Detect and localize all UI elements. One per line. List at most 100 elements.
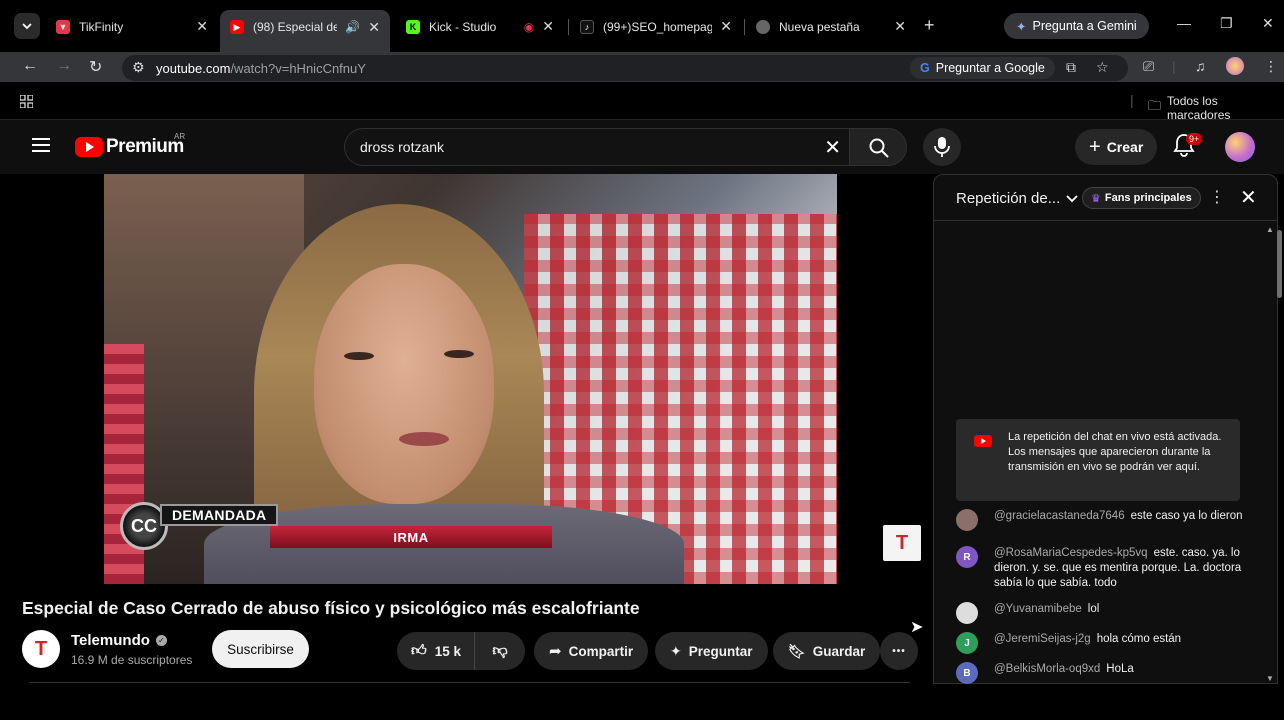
channel-avatar[interactable]: T <box>22 630 60 668</box>
tab-separator <box>744 19 745 35</box>
chat-author[interactable]: @RosaMariaCespedes-kp5vq <box>994 547 1148 559</box>
all-bookmarks-label: Todos los marcadores <box>1167 94 1231 122</box>
youtube-play-logo-icon <box>75 137 103 157</box>
dislike-button[interactable]: 👎︎ <box>475 642 525 660</box>
youtube-premium-logo[interactable]: Premium AR <box>75 132 185 158</box>
tab-new-tab[interactable]: Nueva pestaña ✕ <box>746 10 916 43</box>
chat-mode-dropdown[interactable]: Repetición de... <box>956 190 1078 207</box>
chat-scrollbar[interactable]: ▲ ▼ <box>1266 225 1276 683</box>
chat-author-avatar[interactable]: R <box>956 546 978 568</box>
forward-arrow-icon[interactable]: → <box>56 57 72 75</box>
user-avatar[interactable] <box>1225 132 1255 162</box>
chat-author-avatar[interactable] <box>956 509 978 531</box>
chat-text: hola cómo están <box>1096 633 1182 645</box>
new-tab-plus-icon[interactable]: + <box>924 15 935 36</box>
live-chat-panel: Repetición de... ♛ Fans principales ⋮ ✕ … <box>933 174 1278 684</box>
chat-message[interactable]: B @BelkisMorla-oq9xd HoLa <box>956 662 1246 684</box>
video-woman-face <box>314 264 494 504</box>
address-bar-row: ← → ↻ ⚙ youtube.com/watch?v=hHnicCnfnuY … <box>0 52 1284 82</box>
bookmark-icon: 🔖︎ <box>788 642 806 659</box>
video-title: Especial de Caso Cerrado de abuso físico… <box>22 598 640 618</box>
like-count: 15 k <box>434 643 461 659</box>
reload-icon[interactable]: ↻ <box>89 57 102 77</box>
video-player[interactable]: CC DEMANDADA IRMA T <box>8 174 933 584</box>
tab-seo-homepage[interactable]: ♪ (99+)SEO_homepage ✕ <box>570 10 742 43</box>
all-bookmarks-button[interactable]: 🗀 Todos los marcadores <box>1148 94 1284 122</box>
close-tab-icon[interactable]: ✕ <box>720 18 732 35</box>
tab-search-button[interactable] <box>14 13 40 39</box>
scroll-up-icon[interactable]: ▲ <box>1266 225 1274 234</box>
share-button[interactable]: ➦ Compartir <box>534 632 649 670</box>
mouse-cursor-icon: ➤ <box>910 619 924 636</box>
chat-message[interactable]: J @JeremiSeijas-j2g hola cómo están <box>956 632 1246 654</box>
tab-youtube-active[interactable]: ▶ (98) Especial de C 🔊 ✕ <box>220 10 390 52</box>
create-label: Crear <box>1106 139 1144 155</box>
chat-author[interactable]: @JeremiSeijas-j2g <box>994 633 1091 645</box>
gemini-button[interactable]: ✦ Pregunta a Gemini <box>1004 13 1149 39</box>
scroll-down-icon[interactable]: ▼ <box>1266 674 1274 683</box>
chat-author-avatar[interactable]: B <box>956 662 978 684</box>
page-scrollbar-thumb[interactable] <box>1277 230 1282 298</box>
chat-author-avatar[interactable]: J <box>956 632 978 654</box>
ask-button[interactable]: ✦ Preguntar <box>655 632 768 670</box>
chat-message[interactable]: @gracielacastaneda7646 este caso ya lo di… <box>956 509 1246 531</box>
bookmark-star-icon[interactable]: ☆ <box>1096 59 1109 76</box>
save-button[interactable]: 🔖︎ Guardar <box>773 632 881 670</box>
profile-avatar-icon[interactable] <box>1226 57 1244 75</box>
media-control-icon[interactable]: ♫ <box>1195 58 1206 74</box>
chat-message[interactable]: R @RosaMariaCespedes-kp5vq este. caso. ya… <box>956 546 1246 591</box>
kick-favicon-icon: K <box>406 19 420 34</box>
close-tab-icon[interactable]: ✕ <box>894 18 906 35</box>
install-app-icon[interactable]: ⧉ <box>1066 59 1076 76</box>
close-tab-icon[interactable]: ✕ <box>196 18 208 35</box>
site-info-icon[interactable]: ⚙ <box>132 59 145 76</box>
voice-search-button[interactable] <box>923 128 961 166</box>
share-label: Compartir <box>568 643 634 659</box>
speaker-icon[interactable]: 🔊 <box>345 20 360 34</box>
notifications-button[interactable]: 9+ <box>1173 133 1203 159</box>
cast-icon[interactable]: ⎚ <box>1143 58 1154 75</box>
close-tab-icon[interactable]: ✕ <box>542 18 554 35</box>
apps-grid-icon[interactable] <box>20 95 33 108</box>
close-tab-icon[interactable]: ✕ <box>368 19 380 36</box>
folder-icon: 🗀 <box>1148 98 1162 113</box>
omnibox[interactable]: ⚙ youtube.com/watch?v=hHnicCnfnuY G Preg… <box>122 55 1128 81</box>
url-text[interactable]: youtube.com/watch?v=hHnicCnfnuY <box>156 61 366 76</box>
chat-message[interactable]: @Yuvanamibebe lol <box>956 602 1246 624</box>
minimize-icon[interactable]: — <box>1177 15 1191 31</box>
notification-badge: 9+ <box>1186 133 1203 145</box>
chat-author[interactable]: @gracielacastaneda7646 <box>994 510 1125 522</box>
more-actions-button[interactable]: ••• <box>880 632 918 670</box>
chrome-menu-icon[interactable]: ⋮ <box>1264 58 1278 75</box>
create-button[interactable]: + Crear <box>1075 129 1158 165</box>
tab-kick-studio[interactable]: K Kick - Studio ◉ ✕ <box>396 10 564 43</box>
microphone-icon <box>934 137 950 157</box>
tab-title: (99+)SEO_homepage <box>603 19 713 34</box>
tab-tikfinity[interactable]: ▼ TikFinity ✕ <box>46 10 218 43</box>
chat-author-avatar[interactable] <box>956 602 978 624</box>
top-fans-filter-button[interactable]: ♛ Fans principales <box>1082 187 1201 209</box>
channel-name[interactable]: Telemundo ✓ <box>71 632 167 649</box>
restore-icon[interactable]: ❐ <box>1220 15 1233 32</box>
search-query-text[interactable]: dross rotzank <box>360 139 444 155</box>
close-chat-icon[interactable]: ✕ <box>1240 185 1257 210</box>
search-input[interactable]: dross rotzank ✕ <box>344 128 849 166</box>
lower-third-name: IRMA <box>270 526 552 548</box>
like-button[interactable]: 👍︎ 15 k <box>397 632 475 670</box>
search-button[interactable] <box>849 128 907 166</box>
hamburger-menu-icon[interactable] <box>32 138 50 152</box>
ask-google-button[interactable]: G Preguntar a Google <box>910 57 1055 79</box>
chat-author[interactable]: @Yuvanamibebe <box>994 603 1082 615</box>
channel-name-text[interactable]: Telemundo <box>71 632 150 649</box>
subscribe-button[interactable]: Suscribirse <box>212 630 309 668</box>
plus-icon: + <box>1089 135 1101 158</box>
watermark-letter: T <box>895 531 909 554</box>
chat-text: HoLa <box>1106 663 1134 675</box>
chat-author[interactable]: @BelkisMorla-oq9xd <box>994 663 1100 675</box>
close-window-icon[interactable]: ✕ <box>1262 15 1274 32</box>
back-arrow-icon[interactable]: ← <box>22 57 38 75</box>
video-lower-third: CC DEMANDADA IRMA <box>120 502 560 550</box>
content-divider <box>30 682 910 683</box>
clear-search-icon[interactable]: ✕ <box>824 135 841 160</box>
chat-more-options-icon[interactable]: ⋮ <box>1209 187 1225 207</box>
